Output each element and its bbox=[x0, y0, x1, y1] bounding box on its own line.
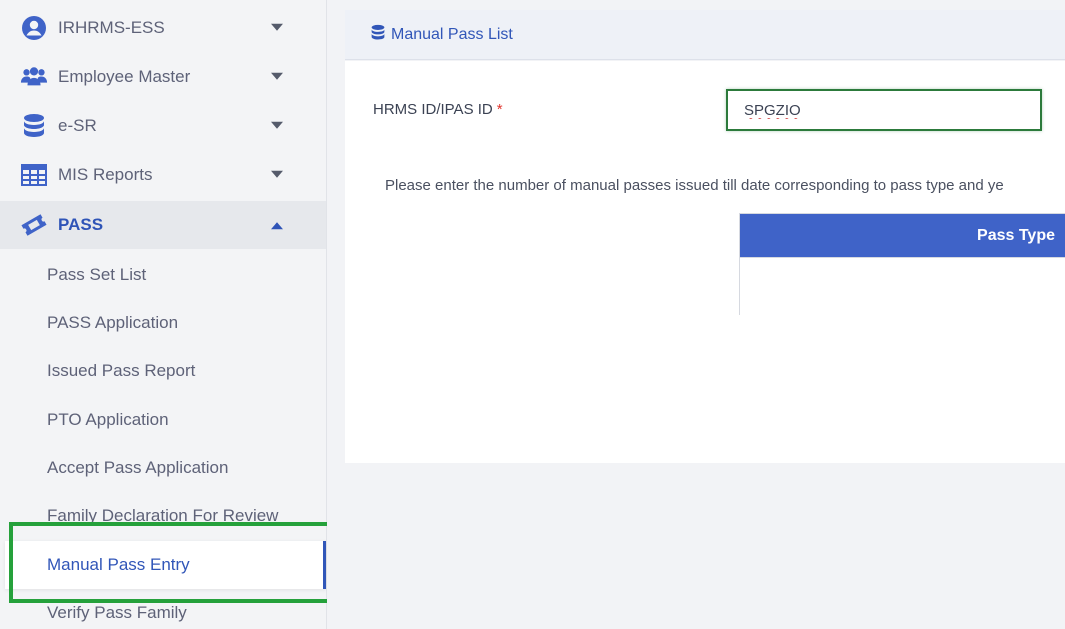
sidebar-item-mis-reports[interactable]: MIS Reports bbox=[0, 151, 326, 199]
sidebar-item-label: e-SR bbox=[58, 116, 97, 135]
sidebar: IRHRMS-ESS Employee Master e-SR MIS Repo… bbox=[0, 0, 327, 629]
sidebar-item-label: MIS Reports bbox=[58, 165, 153, 184]
submenu-item-accept-pass-application[interactable]: Accept Pass Application bbox=[5, 444, 326, 492]
instruction-text: Please enter the number of manual passes… bbox=[385, 177, 1004, 194]
sidebar-item-label: PASS bbox=[58, 215, 104, 234]
table-header: Pass Type bbox=[740, 214, 1065, 257]
submenu-item-issued-pass-report[interactable]: Issued Pass Report bbox=[5, 347, 326, 395]
chevron-down-icon bbox=[271, 72, 283, 80]
submenu-item-pass-application[interactable]: PASS Application bbox=[5, 299, 326, 347]
table-body-empty bbox=[740, 257, 1065, 315]
table-icon bbox=[20, 161, 48, 189]
sidebar-item-irhrms-ess[interactable]: IRHRMS-ESS bbox=[0, 4, 326, 52]
main-content: Manual Pass List HRMS ID/IPAS ID* Please… bbox=[327, 0, 1065, 629]
required-mark: * bbox=[496, 101, 503, 118]
breadcrumb: Manual Pass List bbox=[345, 10, 1065, 60]
submenu-item-pto-application[interactable]: PTO Application bbox=[5, 396, 326, 444]
breadcrumb-manual-pass-list[interactable]: Manual Pass List bbox=[391, 26, 513, 44]
chevron-down-icon bbox=[271, 121, 283, 129]
hrms-id-input[interactable] bbox=[726, 89, 1042, 131]
hrms-id-label: HRMS ID/IPAS ID * bbox=[373, 101, 503, 118]
manual-pass-form-card: HRMS ID/IPAS ID* Please enter the number… bbox=[345, 61, 1065, 463]
column-header-pass-type: Pass Type bbox=[977, 226, 1055, 244]
sidebar-item-label: Employee Master bbox=[58, 67, 191, 86]
sidebar-item-pass[interactable]: PASS bbox=[0, 201, 326, 249]
app-root: IRHRMS-ESS Employee Master e-SR MIS Repo… bbox=[0, 0, 1065, 629]
chevron-down-icon bbox=[271, 23, 283, 31]
sidebar-item-employee-master[interactable]: Employee Master bbox=[0, 53, 326, 101]
sidebar-item-e-sr[interactable]: e-SR bbox=[0, 102, 326, 150]
chevron-down-icon bbox=[271, 170, 283, 178]
users-icon bbox=[20, 63, 48, 91]
database-icon bbox=[371, 24, 385, 46]
pass-type-table: Pass Type bbox=[739, 213, 1065, 315]
submenu-item-family-declaration-review[interactable]: Family Declaration For Review bbox=[5, 492, 326, 540]
hrms-id-label-text: HRMS ID/IPAS ID bbox=[373, 101, 493, 118]
ticket-icon bbox=[20, 211, 48, 239]
database-icon bbox=[20, 112, 48, 140]
submenu-item-pass-set-list[interactable]: Pass Set List bbox=[5, 251, 326, 299]
sidebar-item-label: IRHRMS-ESS bbox=[58, 18, 165, 37]
submenu-item-verify-pass-family[interactable]: Verify Pass Family bbox=[5, 589, 326, 629]
chevron-up-icon bbox=[271, 222, 283, 230]
user-circle-icon bbox=[20, 14, 48, 42]
submenu-item-manual-pass-entry[interactable]: Manual Pass Entry bbox=[5, 541, 326, 589]
